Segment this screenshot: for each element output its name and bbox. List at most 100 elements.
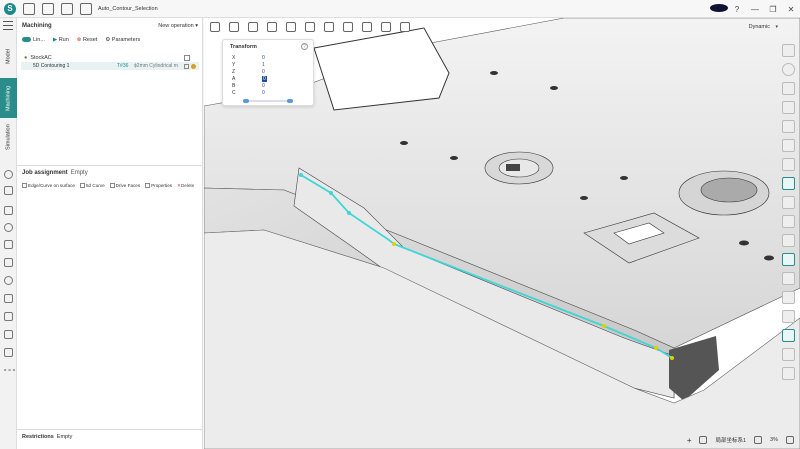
fixture-display-icon[interactable] xyxy=(782,215,795,228)
3d-box-icon[interactable] xyxy=(400,22,410,32)
app-logo-icon: S xyxy=(4,2,16,15)
transform-row-c[interactable]: C0 xyxy=(232,90,292,96)
minimize-button[interactable]: — xyxy=(746,5,764,14)
status-dot-icon xyxy=(191,63,196,69)
filter-icon[interactable] xyxy=(782,272,795,285)
tool-icon[interactable] xyxy=(4,258,13,267)
selection-icon[interactable] xyxy=(782,253,795,266)
snapshot-icon[interactable] xyxy=(754,436,763,444)
menu-icon[interactable] xyxy=(3,21,13,30)
info-icon[interactable] xyxy=(786,436,794,444)
magnet-icon[interactable] xyxy=(782,310,795,323)
box-icon[interactable] xyxy=(4,330,13,339)
stock-icon[interactable] xyxy=(4,186,13,195)
transform-slider[interactable] xyxy=(243,99,293,103)
machining-panel: Machining New operation ▾ Lin... ▶ Run ⊗… xyxy=(17,18,203,449)
5d-curve-button[interactable]: 5d Curve xyxy=(80,183,105,189)
operation-actions: Lin... ▶ Run ⊗ Reset ⚙ Parameters xyxy=(22,37,140,43)
viewport-right-toolbar xyxy=(782,44,796,380)
view-mode-select[interactable]: Dynamic xyxy=(749,24,770,30)
tab-model[interactable]: Model xyxy=(0,38,17,76)
parameters-button[interactable]: ⚙ Parameters xyxy=(105,37,140,43)
material-icon[interactable] xyxy=(782,82,795,95)
part-icon[interactable] xyxy=(782,120,795,133)
save-icon[interactable] xyxy=(61,2,73,15)
job-tools: Edge/Curve on surface 5d Curve Drive Fac… xyxy=(22,183,194,189)
help-icon[interactable]: ? xyxy=(301,43,308,50)
pan-view-icon[interactable] xyxy=(229,22,239,32)
help-button[interactable]: ? xyxy=(728,5,746,14)
account-avatar[interactable] xyxy=(710,4,728,14)
machine-display-icon[interactable] xyxy=(782,196,795,209)
holder-display-icon[interactable] xyxy=(782,158,795,171)
reset-button[interactable]: ⊗ Reset xyxy=(77,37,98,43)
coordinate-system-label[interactable]: 局部坐标系1 xyxy=(715,436,746,444)
divider xyxy=(17,429,203,430)
transform-row-y[interactable]: Y1 xyxy=(232,62,292,68)
rotate-view-icon[interactable] xyxy=(210,22,220,32)
transform-row-x[interactable]: X0 xyxy=(232,55,292,61)
section-icon[interactable] xyxy=(267,22,277,32)
run-button[interactable]: ▶ Run xyxy=(53,37,69,43)
live-toggle[interactable]: Lin... xyxy=(22,37,45,43)
maximize-button[interactable]: ❐ xyxy=(764,5,782,14)
ruler-icon[interactable] xyxy=(305,22,315,32)
close-button[interactable]: ✕ xyxy=(782,5,800,14)
vertical-tab-strip: Model Machining Simulation ∘∘∘ xyxy=(0,18,17,449)
stock-node[interactable]: ● StockAC xyxy=(24,55,52,61)
tab-machining[interactable]: Machining xyxy=(0,78,17,118)
holder-icon[interactable] xyxy=(4,294,13,303)
cube-view-icon[interactable] xyxy=(782,44,795,57)
shading-icon[interactable] xyxy=(782,367,795,380)
measure-icon[interactable] xyxy=(286,22,296,32)
sphere-icon[interactable] xyxy=(782,63,795,76)
tab-simulation[interactable]: Simulation xyxy=(0,122,17,152)
spindle-icon[interactable] xyxy=(4,276,13,285)
3d-viewport[interactable]: Dynamic ▾ Transform ? X0 Y1 Z0 A0 B0 C0 … xyxy=(204,18,800,449)
edge-curve-button[interactable]: Edge/Curve on surface xyxy=(22,183,75,189)
visibility-icon[interactable] xyxy=(184,63,189,69)
drive-faces-button[interactable]: Drive Faces xyxy=(109,183,140,189)
document-icon xyxy=(80,2,92,15)
open-folder-icon[interactable] xyxy=(42,2,54,15)
viewport-toolbar xyxy=(204,18,800,36)
gear-icon[interactable] xyxy=(4,223,13,232)
stock-option-icon[interactable] xyxy=(184,55,190,61)
add-icon[interactable]: + xyxy=(687,436,692,445)
wrench-icon[interactable] xyxy=(4,206,13,215)
delete-button[interactable]: ✕Delete xyxy=(177,183,194,189)
properties-button[interactable]: Properties xyxy=(145,183,172,189)
transform-row-b[interactable]: B0 xyxy=(232,83,292,89)
square-icon[interactable] xyxy=(4,348,13,357)
operation-row[interactable]: 5D Contouring 1 T#36 ϕ2mm Cylindrical m xyxy=(21,62,199,70)
panel-title: Machining xyxy=(22,23,52,29)
new-operation-button[interactable]: New operation ▾ xyxy=(158,23,198,29)
visibility-icon[interactable] xyxy=(324,22,334,32)
new-file-icon[interactable] xyxy=(23,2,35,15)
machine-icon[interactable] xyxy=(4,312,13,321)
transform-panel: Transform ? X0 Y1 Z0 A0 B0 C0 xyxy=(222,39,314,106)
stock-display-icon[interactable] xyxy=(782,101,795,114)
zoom-level: 3% xyxy=(770,437,778,443)
spindle-display-icon[interactable] xyxy=(782,234,795,247)
grid-icon[interactable] xyxy=(362,22,372,32)
toggle-icon xyxy=(22,37,31,43)
fixture-icon[interactable] xyxy=(4,240,13,249)
transform-row-z[interactable]: Z0 xyxy=(232,69,292,75)
chevron-down-icon[interactable]: ▾ xyxy=(775,24,778,30)
more-icon[interactable]: ∘∘∘ xyxy=(3,366,16,374)
screenshot-icon[interactable] xyxy=(343,22,353,32)
layer-icon[interactable] xyxy=(782,291,795,304)
toolpath-display-icon[interactable] xyxy=(782,177,795,190)
tool-display-icon[interactable] xyxy=(782,139,795,152)
export-icon[interactable] xyxy=(381,22,391,32)
divider xyxy=(17,165,203,166)
checker-icon[interactable] xyxy=(4,170,13,179)
surface-icon[interactable] xyxy=(782,329,795,342)
zoom-fit-icon[interactable] xyxy=(248,22,258,32)
transform-row-a[interactable]: A0 xyxy=(232,76,292,82)
wireframe-icon[interactable] xyxy=(782,348,795,361)
file-name: Auto_Contour_Selection xyxy=(98,5,158,12)
coordinate-system-icon[interactable] xyxy=(699,436,708,444)
stock-icon: ● xyxy=(24,55,28,61)
